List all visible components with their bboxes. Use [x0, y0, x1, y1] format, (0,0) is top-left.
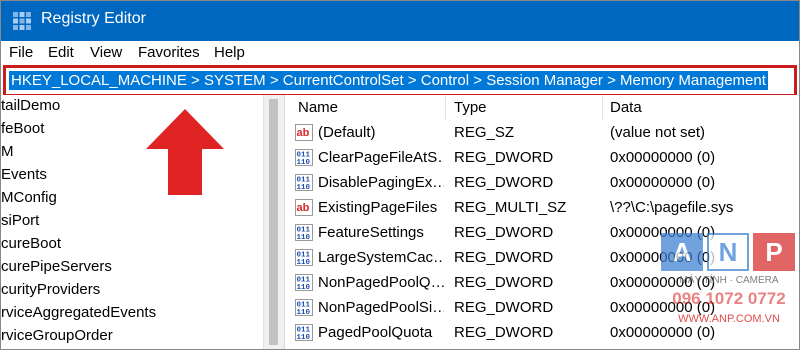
value-name: ClearPageFileAtS… — [318, 149, 444, 166]
watermark-letter: A — [661, 233, 703, 271]
binary-value-icon: 011110 — [295, 174, 313, 191]
scrollbar-thumb[interactable] — [269, 99, 278, 345]
binary-value-icon: 011110 — [295, 324, 313, 341]
column-divider[interactable] — [445, 95, 446, 121]
binary-value-icon: 011110 — [295, 224, 313, 241]
binary-value-icon: 011110 — [295, 274, 313, 291]
window-title: Registry Editor — [41, 10, 146, 27]
value-type: REG_DWORD — [454, 174, 554, 191]
tree-item[interactable]: MConfig — [1, 187, 57, 209]
registry-editor-window: Registry Editor File Edit View Favorites… — [0, 0, 800, 350]
svg-text:110: 110 — [297, 309, 311, 316]
value-row[interactable]: 011 110 DisablePagingEx… REG_DWORD 0x0000000… — [289, 171, 799, 196]
tree-item[interactable]: curityProviders — [1, 279, 100, 301]
watermark-site: WWW.ANP.COM.VN — [678, 313, 780, 325]
svg-text:110: 110 — [297, 334, 311, 341]
value-name: FeatureSettings — [318, 224, 424, 241]
value-type: REG_DWORD — [454, 299, 554, 316]
menu-view[interactable]: View — [90, 44, 122, 61]
value-name: ExistingPageFiles — [318, 199, 438, 216]
tree-item[interactable]: curePipeServers — [1, 256, 112, 278]
tree-item[interactable]: M — [1, 141, 14, 163]
binary-value-icon: 011110 — [295, 249, 313, 266]
title-bar[interactable]: Registry Editor — [1, 1, 799, 41]
string-value-icon: ab — [295, 124, 313, 141]
watermark-tagline: MÁY TÍNH · CAMERA — [679, 275, 779, 286]
value-row[interactable]: 011 110 ClearPageFileAtS… REG_DWORD 0x000000… — [289, 146, 799, 171]
tree-item[interactable]: rviceAggregatedEvents — [1, 302, 156, 324]
svg-text:ab: ab — [297, 202, 310, 214]
svg-text:110: 110 — [297, 234, 311, 241]
svg-text:110: 110 — [297, 284, 311, 291]
column-header-type[interactable]: Type — [454, 95, 487, 121]
column-divider[interactable] — [602, 95, 603, 121]
tree-item[interactable]: cureBoot — [1, 233, 61, 255]
value-data: 0x00000000 (0) — [610, 174, 716, 191]
value-data: 0x00000000 (0) — [610, 149, 716, 166]
watermark-letter: P — [753, 233, 795, 271]
value-name: DisablePagingEx… — [318, 174, 444, 191]
tree-item[interactable]: rviceGroupOrder — [1, 325, 113, 347]
value-type: REG_DWORD — [454, 224, 554, 241]
svg-text:110: 110 — [297, 159, 311, 166]
menu-file[interactable]: File — [9, 44, 33, 61]
watermark-letter: N — [707, 233, 749, 271]
menu-help[interactable]: Help — [214, 44, 245, 61]
tree-scrollbar[interactable] — [263, 95, 284, 349]
value-row[interactable]: ab ExistingPageFiles REG_MULTI_SZ \??\C:\pa… — [289, 196, 799, 221]
menu-edit[interactable]: Edit — [48, 44, 74, 61]
red-up-arrow-annotation — [146, 109, 224, 195]
tree-item[interactable]: Events — [1, 164, 47, 186]
value-name: LargeSystemCac… — [318, 249, 444, 266]
value-type: REG_DWORD — [454, 249, 554, 266]
menu-favorites[interactable]: Favorites — [138, 44, 200, 61]
tree-item[interactable]: siPort — [1, 210, 39, 232]
binary-value-icon: 011110 — [295, 299, 313, 316]
value-data: \??\C:\pagefile.sys — [610, 199, 734, 216]
value-data: (value not set) — [610, 124, 706, 141]
svg-text:110: 110 — [297, 184, 311, 191]
value-type: REG_DWORD — [454, 274, 554, 291]
value-type: REG_MULTI_SZ — [454, 199, 567, 216]
value-type: REG_DWORD — [454, 149, 554, 166]
value-type: REG_SZ — [454, 124, 515, 141]
column-header-name[interactable]: Name — [298, 95, 338, 121]
value-name: NonPagedPoolQ… — [318, 274, 444, 291]
address-path[interactable]: HKEY_LOCAL_MACHINE > SYSTEM > CurrentCon… — [9, 71, 768, 90]
menu-bar: File Edit View Favorites Help — [1, 41, 799, 65]
value-name: (Default) — [318, 124, 376, 141]
svg-text:110: 110 — [297, 259, 311, 266]
registry-editor-icon — [13, 12, 31, 30]
anp-watermark: A N P MÁY TÍNH · CAMERA 096 1072 0772 WW… — [661, 233, 797, 339]
svg-text:ab: ab — [297, 127, 310, 139]
value-type: REG_DWORD — [454, 324, 554, 341]
address-bar[interactable]: HKEY_LOCAL_MACHINE > SYSTEM > CurrentCon… — [3, 65, 797, 97]
value-name: NonPagedPoolSi… — [318, 299, 444, 316]
column-header-data[interactable]: Data — [610, 95, 642, 121]
watermark-phone: 096 1072 0772 — [672, 289, 786, 308]
binary-value-icon: 011110 — [295, 149, 313, 166]
value-row[interactable]: ab (Default) REG_SZ (value not set) — [289, 121, 799, 146]
tree-item[interactable]: feBoot — [1, 118, 44, 140]
value-name: PagedPoolQuota — [318, 324, 433, 341]
tree-item[interactable]: tailDemo — [1, 95, 60, 117]
string-value-icon: ab — [295, 199, 313, 216]
